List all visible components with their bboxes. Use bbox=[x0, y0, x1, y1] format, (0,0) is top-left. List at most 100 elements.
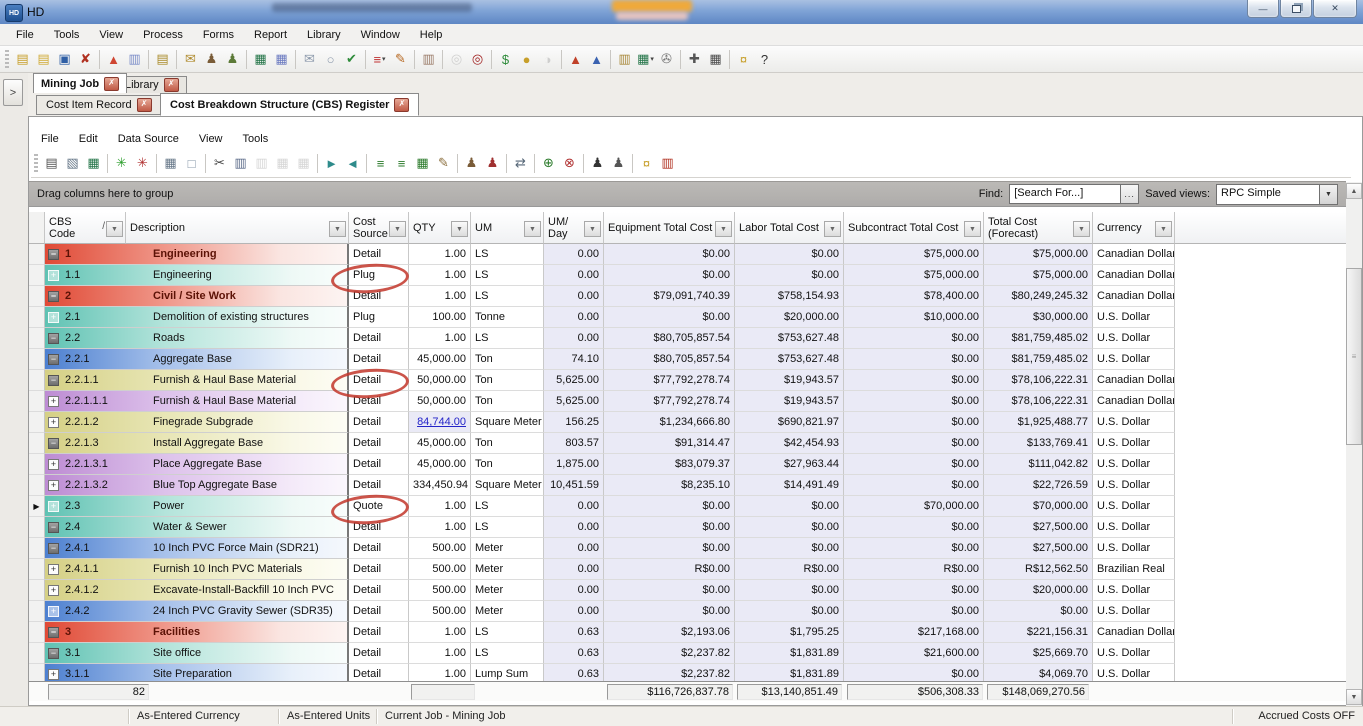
cbs-code-cell[interactable]: 2.4 bbox=[63, 517, 153, 537]
table-row[interactable]: +2.4.224 Inch PVC Gravity Sewer (SDR35)D… bbox=[29, 601, 1346, 622]
header-currency[interactable]: Currency▼ bbox=[1093, 212, 1175, 244]
calculator-icon[interactable]: ▦ bbox=[705, 49, 726, 70]
send-note-icon[interactable]: ✉ bbox=[180, 49, 201, 70]
cbs-code-cell[interactable]: 2.3 bbox=[63, 496, 153, 516]
equipment-total-cost-cell[interactable]: R$0.00 bbox=[604, 559, 735, 580]
subcontract-total-cost-cell[interactable]: $78,400.00 bbox=[844, 286, 984, 307]
row-selector[interactable] bbox=[29, 244, 45, 265]
header-subcontract-total-cost[interactable]: Subcontract Total Cost▼ bbox=[844, 212, 984, 244]
collapse-icon[interactable]: − bbox=[48, 333, 59, 344]
menu-help[interactable]: Help bbox=[410, 24, 453, 46]
cost-source-cell[interactable]: Detail bbox=[349, 517, 409, 538]
equipment-total-cost-cell[interactable]: $2,237.82 bbox=[604, 643, 735, 664]
lamp-icon[interactable]: ¤ bbox=[636, 153, 657, 174]
subcontract-total-cost-cell[interactable]: $0.00 bbox=[844, 370, 984, 391]
cost-source-cell[interactable]: Detail bbox=[349, 664, 409, 681]
currency-cell[interactable]: Canadian Dollar bbox=[1093, 265, 1175, 286]
subcontract-total-cost-cell[interactable]: $70,000.00 bbox=[844, 496, 984, 517]
cost-source-cell[interactable]: Detail bbox=[349, 433, 409, 454]
pyramid-chart-icon[interactable]: ▲ bbox=[103, 49, 124, 70]
table-row[interactable]: −2.4Water & SewerDetail1.00LS0.00$0.00$0… bbox=[29, 517, 1346, 538]
row-selector[interactable] bbox=[29, 538, 45, 559]
qty-cell[interactable]: 1.00 bbox=[409, 328, 471, 349]
close-button[interactable]: ✕ bbox=[1313, 0, 1357, 18]
qty-cell[interactable]: 50,000.00 bbox=[409, 370, 471, 391]
description-cell[interactable]: Site office bbox=[153, 643, 347, 663]
total-cost-forecast-cell[interactable]: $22,726.59 bbox=[984, 475, 1093, 496]
row-selector[interactable] bbox=[29, 370, 45, 391]
cbs-row-band[interactable]: −2.4Water & Sewer bbox=[45, 517, 349, 538]
row-selector[interactable] bbox=[29, 643, 45, 664]
comment-icon[interactable]: ○ bbox=[320, 49, 341, 70]
description-cell[interactable]: Furnish & Haul Base Material bbox=[153, 391, 347, 411]
labor-total-cost-cell[interactable]: $1,795.25 bbox=[735, 622, 844, 643]
total-cost-forecast-cell[interactable]: $81,759,485.02 bbox=[984, 349, 1093, 370]
table-row[interactable]: −3FacilitiesDetail1.00LS0.63$2,193.06$1,… bbox=[29, 622, 1346, 643]
um-per-day-cell[interactable]: 0.63 bbox=[544, 664, 604, 681]
cost-source-cell[interactable]: Detail bbox=[349, 622, 409, 643]
description-cell[interactable]: Excavate-Install-Backfill 10 Inch PVC bbox=[153, 580, 347, 600]
total-cost-forecast-cell[interactable]: $111,042.82 bbox=[984, 454, 1093, 475]
description-cell[interactable]: Blue Top Aggregate Base bbox=[153, 475, 347, 495]
row-selector[interactable] bbox=[29, 601, 45, 622]
labor-total-cost-cell[interactable]: $19,943.57 bbox=[735, 391, 844, 412]
money-icon[interactable]: $ bbox=[495, 49, 516, 70]
um-per-day-cell[interactable]: 0.00 bbox=[544, 601, 604, 622]
cost-source-cell[interactable]: Detail bbox=[349, 559, 409, 580]
delete-item-icon[interactable]: ✳ bbox=[132, 153, 153, 174]
currency-cell[interactable]: U.S. Dollar bbox=[1093, 349, 1175, 370]
collapse-icon[interactable]: − bbox=[48, 648, 59, 659]
group-by-bar[interactable]: Drag columns here to group Find: [Search… bbox=[29, 181, 1346, 207]
equipment-total-cost-cell[interactable]: $77,792,278.74 bbox=[604, 370, 735, 391]
total-cost-forecast-cell[interactable]: $0.00 bbox=[984, 601, 1093, 622]
table-row[interactable]: +2.4.1.2Excavate-Install-Backfill 10 Inc… bbox=[29, 580, 1346, 601]
restore-button[interactable] bbox=[1280, 0, 1312, 18]
cbs-code-cell[interactable]: 2.4.1 bbox=[63, 538, 153, 558]
row-selector[interactable] bbox=[29, 664, 45, 681]
table-row[interactable]: +2.1Demolition of existing structuresPlu… bbox=[29, 307, 1346, 328]
insert-window-icon[interactable]: ▦ bbox=[160, 153, 181, 174]
cbs-code-cell[interactable]: 2.1 bbox=[63, 307, 153, 327]
header-equipment-total-cost[interactable]: Equipment Total Cost▼ bbox=[604, 212, 735, 244]
subcontract-total-cost-cell[interactable]: $0.00 bbox=[844, 391, 984, 412]
filter-dropdown-icon[interactable]: ▼ bbox=[1073, 221, 1090, 237]
labor-total-cost-cell[interactable]: $27,963.44 bbox=[735, 454, 844, 475]
currency-cell[interactable]: Canadian Dollar bbox=[1093, 286, 1175, 307]
subcontract-total-cost-cell[interactable]: $0.00 bbox=[844, 601, 984, 622]
cbs-code-cell[interactable]: 1 bbox=[63, 244, 153, 264]
scroll-up-arrow[interactable]: ▲ bbox=[1346, 183, 1362, 199]
subcontract-total-cost-cell[interactable]: $0.00 bbox=[844, 433, 984, 454]
cost-source-cell[interactable]: Detail bbox=[349, 391, 409, 412]
description-cell[interactable]: Engineering bbox=[153, 244, 347, 264]
filter-dropdown-icon[interactable]: ▼ bbox=[824, 221, 841, 237]
expand-icon[interactable]: + bbox=[48, 606, 59, 617]
subcontract-total-cost-cell[interactable]: $0.00 bbox=[844, 454, 984, 475]
cbs-code-cell[interactable]: 3.1 bbox=[63, 643, 153, 663]
table-row[interactable]: +3.1.1Site PreparationDetail1.00Lump Sum… bbox=[29, 664, 1346, 681]
grid-apply-icon[interactable]: ▦ bbox=[412, 153, 433, 174]
subcontract-total-cost-cell[interactable]: $10,000.00 bbox=[844, 307, 984, 328]
equipment-total-cost-cell[interactable]: $83,079.37 bbox=[604, 454, 735, 475]
mountain-chart-icon[interactable]: ▲ bbox=[565, 49, 586, 70]
um-cell[interactable]: Ton bbox=[471, 370, 544, 391]
chart-pen-icon[interactable]: ✎ bbox=[390, 49, 411, 70]
equipment-total-cost-cell[interactable]: $0.00 bbox=[604, 580, 735, 601]
expand-icon[interactable]: + bbox=[48, 669, 59, 680]
description-cell[interactable]: Install Aggregate Base bbox=[153, 433, 347, 453]
um-per-day-cell[interactable]: 0.00 bbox=[544, 328, 604, 349]
equipment-total-cost-cell[interactable]: $0.00 bbox=[604, 265, 735, 286]
um-per-day-cell[interactable]: 0.00 bbox=[544, 559, 604, 580]
menu-window[interactable]: Window bbox=[351, 24, 410, 46]
subcontract-total-cost-cell[interactable]: $0.00 bbox=[844, 328, 984, 349]
subcontract-total-cost-cell[interactable]: $0.00 bbox=[844, 580, 984, 601]
description-cell[interactable]: 10 Inch PVC Force Main (SDR21) bbox=[153, 538, 347, 558]
row-selector[interactable] bbox=[29, 265, 45, 286]
table-row[interactable]: +2.2.1.1.1Furnish & Haul Base MaterialDe… bbox=[29, 391, 1346, 412]
currency-cell[interactable]: Canadian Dollar bbox=[1093, 370, 1175, 391]
user-comment-icon[interactable]: ♟ bbox=[461, 153, 482, 174]
equipment-total-cost-cell[interactable]: $8,235.10 bbox=[604, 475, 735, 496]
excel-export-icon[interactable]: ▦▾ bbox=[635, 49, 656, 70]
description-cell[interactable]: Power bbox=[153, 496, 347, 516]
cost-source-cell[interactable]: Detail bbox=[349, 349, 409, 370]
scrollbar-thumb[interactable]: ≡ bbox=[1346, 268, 1362, 445]
